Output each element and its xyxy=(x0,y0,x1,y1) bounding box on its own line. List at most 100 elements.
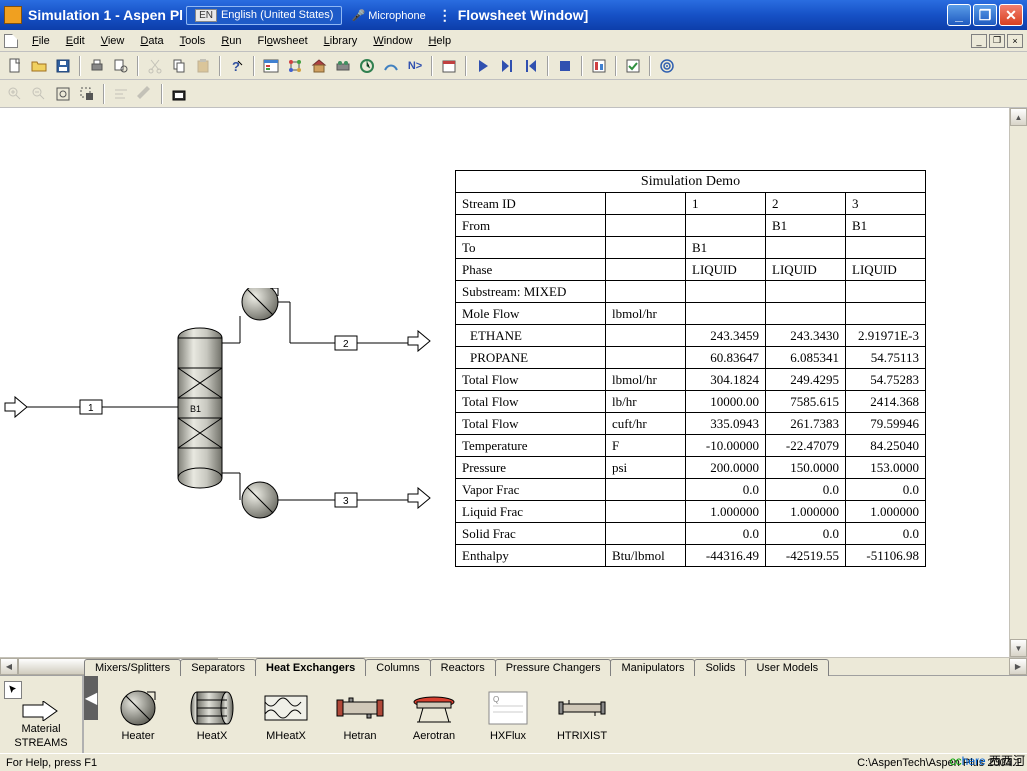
control-panel-icon[interactable] xyxy=(308,55,330,77)
vertical-scrollbar[interactable]: ▲ ▼ xyxy=(1009,108,1027,657)
menu-flowsheet[interactable]: Flowsheet xyxy=(250,33,316,49)
row-label: To xyxy=(456,237,606,259)
palette-item[interactable]: HeatX xyxy=(180,688,244,742)
row-unit: F xyxy=(606,435,686,457)
palette-scroll-left-icon[interactable]: ◀ xyxy=(84,676,98,720)
palette-tab[interactable]: Reactors xyxy=(430,659,496,676)
calendar-icon[interactable] xyxy=(438,55,460,77)
target-icon[interactable] xyxy=(656,55,678,77)
palette-item[interactable]: Hetran xyxy=(328,688,392,742)
material-streams-button[interactable]: Material STREAMS xyxy=(0,676,84,753)
row-value: 304.1824 xyxy=(686,369,766,391)
row-label: Temperature xyxy=(456,435,606,457)
row-value: 0.0 xyxy=(686,479,766,501)
palette-item[interactable]: Aerotran xyxy=(402,688,466,742)
row-value: 1.000000 xyxy=(686,501,766,523)
zoom-in-icon[interactable] xyxy=(4,83,26,105)
zoom-selection-icon[interactable] xyxy=(76,83,98,105)
row-value: LIQUID xyxy=(846,259,926,281)
reinit-icon[interactable] xyxy=(332,55,354,77)
language-bar[interactable]: EN English (United States) xyxy=(186,6,342,25)
status-help-text: For Help, press F1 xyxy=(6,757,97,769)
menu-library[interactable]: Library xyxy=(316,33,366,49)
flowsheet-canvas[interactable]: 1 B xyxy=(0,108,1009,657)
flowsheet-icon[interactable] xyxy=(284,55,306,77)
row-value: 1 xyxy=(686,193,766,215)
open-file-icon[interactable] xyxy=(28,55,50,77)
run-icon[interactable] xyxy=(472,55,494,77)
cut-icon[interactable] xyxy=(144,55,166,77)
row-value: B1 xyxy=(686,237,766,259)
table-row: FromB1B1 xyxy=(456,215,926,237)
process-diagram[interactable]: 1 B xyxy=(0,288,440,548)
palette-item[interactable]: MHeatX xyxy=(254,688,318,742)
step-icon[interactable] xyxy=(496,55,518,77)
zoom-full-icon[interactable] xyxy=(52,83,74,105)
palette-item-label: Heater xyxy=(121,730,154,742)
copy-icon[interactable] xyxy=(168,55,190,77)
brush-icon[interactable] xyxy=(134,83,156,105)
scroll-down-icon[interactable]: ▼ xyxy=(1010,639,1027,657)
column-block[interactable]: B1 xyxy=(178,328,222,488)
stop-icon[interactable] xyxy=(554,55,576,77)
pointer-icon[interactable] xyxy=(4,681,22,699)
table-row: Total Flowcuft/hr335.0943261.738379.5994… xyxy=(456,413,926,435)
document-icon[interactable] xyxy=(4,34,18,48)
table-row: Pressurepsi200.0000150.0000153.0000 xyxy=(456,457,926,479)
menu-file[interactable]: File xyxy=(24,33,58,49)
palette-tab[interactable]: User Models xyxy=(745,659,829,676)
row-unit xyxy=(606,193,686,215)
microphone-button[interactable]: 🎤 Microphone xyxy=(345,7,431,24)
palette-tab[interactable]: Heat Exchangers xyxy=(255,658,366,676)
units-icon[interactable] xyxy=(356,55,378,77)
palette-item-label: Hetran xyxy=(343,730,376,742)
palette-item[interactable]: Heater xyxy=(106,688,170,742)
palette-tab[interactable]: Separators xyxy=(180,659,256,676)
menu-run[interactable]: Run xyxy=(213,33,249,49)
row-value: 153.0000 xyxy=(846,457,926,479)
help-icon[interactable]: ? xyxy=(226,55,248,77)
print-preview-icon[interactable] xyxy=(110,55,132,77)
data-browser-icon[interactable] xyxy=(260,55,282,77)
heatx-icon xyxy=(187,688,237,728)
back-icon[interactable] xyxy=(520,55,542,77)
minimize-button[interactable]: _ xyxy=(947,4,971,26)
paste-icon[interactable] xyxy=(192,55,214,77)
menu-edit[interactable]: Edit xyxy=(58,33,93,49)
scroll-up-icon[interactable]: ▲ xyxy=(1010,108,1027,126)
palette-tab[interactable]: Manipulators xyxy=(610,659,695,676)
mdi-restore-button[interactable]: ❐ xyxy=(989,34,1005,48)
menu-window[interactable]: Window xyxy=(365,33,420,49)
row-value: 200.0000 xyxy=(686,457,766,479)
mdi-close-button[interactable]: × xyxy=(1007,34,1023,48)
menu-tools[interactable]: Tools xyxy=(172,33,214,49)
print-icon[interactable] xyxy=(86,55,108,77)
lock-icon[interactable] xyxy=(168,83,190,105)
new-file-icon[interactable] xyxy=(4,55,26,77)
next-button[interactable]: N> xyxy=(404,55,426,77)
menu-data[interactable]: Data xyxy=(132,33,171,49)
save-icon[interactable] xyxy=(52,55,74,77)
palette-item[interactable]: QHXFlux xyxy=(476,688,540,742)
scroll-left-icon[interactable]: ◀ xyxy=(0,658,18,675)
palette-tab[interactable]: Columns xyxy=(365,659,430,676)
palette-tab[interactable]: Pressure Changers xyxy=(495,659,612,676)
zoom-out-icon[interactable] xyxy=(28,83,50,105)
palette-tab[interactable]: Mixers/Splitters xyxy=(84,659,181,676)
menu-view[interactable]: View xyxy=(93,33,133,49)
close-button[interactable]: ✕ xyxy=(999,4,1023,26)
check-results-icon[interactable] xyxy=(622,55,644,77)
row-label: Mole Flow xyxy=(456,303,606,325)
scroll-right-icon[interactable]: ▶ xyxy=(1009,658,1027,675)
design-spec-icon[interactable] xyxy=(380,55,402,77)
menu-help[interactable]: Help xyxy=(420,33,459,49)
table-row: Substream: MIXED xyxy=(456,281,926,303)
mdi-minimize-button[interactable]: _ xyxy=(971,34,987,48)
palette-tab[interactable]: Solids xyxy=(694,659,746,676)
palette-item[interactable]: HTRIXIST xyxy=(550,688,614,742)
row-label: PROPANE xyxy=(456,347,606,369)
maximize-button[interactable]: ❐ xyxy=(973,4,997,26)
align-icon[interactable] xyxy=(110,83,132,105)
row-value xyxy=(686,215,766,237)
results-summary-icon[interactable] xyxy=(588,55,610,77)
